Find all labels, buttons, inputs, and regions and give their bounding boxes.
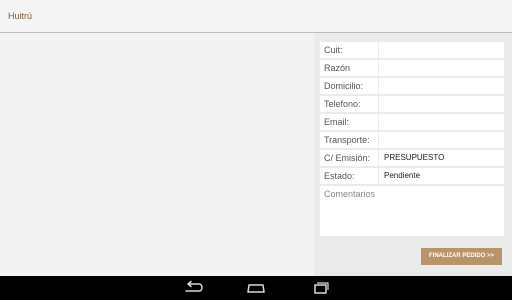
left-pane: [0, 33, 312, 276]
home-icon[interactable]: [241, 280, 271, 296]
app-title: Huitrú: [8, 11, 33, 21]
estado-label: Estado:: [320, 168, 378, 184]
email-label: Email:: [320, 114, 378, 130]
estado-row: Estado: Pendiente: [320, 168, 506, 184]
emision-field[interactable]: PRESUPUESTO: [379, 150, 504, 166]
emision-label: C/ Emisión:: [320, 150, 378, 166]
transporte-row: Transporte:: [320, 132, 506, 148]
cuit-label: Cuit:: [320, 42, 378, 58]
app-bar: Huitrú: [0, 0, 512, 33]
domicilio-field[interactable]: [379, 78, 504, 94]
razon-label: Razón: [320, 60, 378, 76]
transporte-field[interactable]: [379, 132, 504, 148]
back-icon[interactable]: [177, 280, 207, 296]
email-row: Email:: [320, 114, 506, 130]
finalize-order-button[interactable]: FINALIZAR PEDIDO >>: [421, 248, 502, 265]
order-form-panel: Cuit: Razón Domicilio: Telefono: Email: …: [314, 33, 512, 276]
domicilio-label: Domicilio:: [320, 78, 378, 94]
cuit-row: Cuit:: [320, 42, 506, 58]
razon-field[interactable]: [379, 60, 504, 76]
cuit-field[interactable]: [379, 42, 504, 58]
transporte-label: Transporte:: [320, 132, 378, 148]
email-field[interactable]: [379, 114, 504, 130]
main-content: Cuit: Razón Domicilio: Telefono: Email: …: [0, 33, 512, 276]
system-nav-bar: [0, 276, 512, 300]
telefono-field[interactable]: [379, 96, 504, 112]
domicilio-row: Domicilio:: [320, 78, 506, 94]
telefono-row: Telefono:: [320, 96, 506, 112]
telefono-label: Telefono:: [320, 96, 378, 112]
razon-row: Razón: [320, 60, 506, 76]
comments-field[interactable]: Comentarios: [320, 186, 504, 236]
estado-field[interactable]: Pendiente: [379, 168, 504, 184]
recent-apps-icon[interactable]: [305, 280, 335, 296]
emision-row: C/ Emisión: PRESUPUESTO: [320, 150, 506, 166]
